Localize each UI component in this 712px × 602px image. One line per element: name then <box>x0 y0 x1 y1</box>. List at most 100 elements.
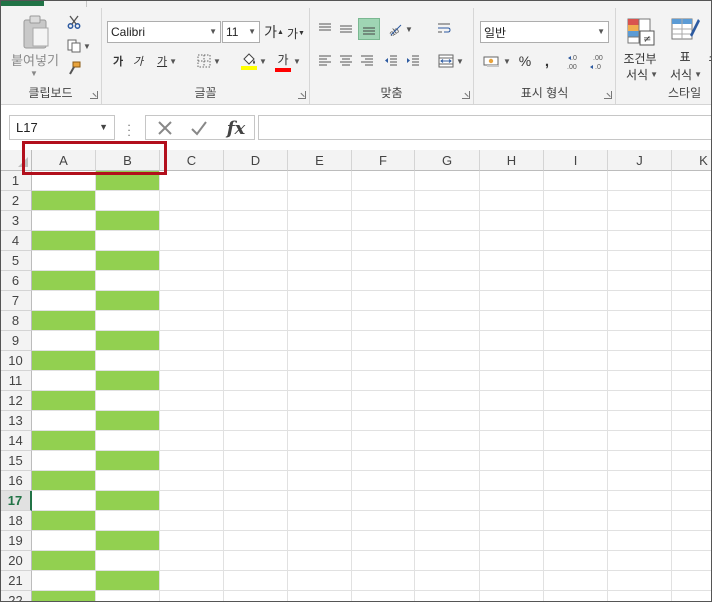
cell-c6[interactable] <box>160 271 224 291</box>
cell-a11[interactable] <box>32 371 96 391</box>
cell-i9[interactable] <box>544 331 608 351</box>
cell-k13[interactable] <box>672 411 712 431</box>
cell-f6[interactable] <box>352 271 415 291</box>
cell-k21[interactable] <box>672 571 712 591</box>
cell-c12[interactable] <box>160 391 224 411</box>
cell-j3[interactable] <box>608 211 672 231</box>
cell-a22[interactable] <box>32 591 96 602</box>
cell-g15[interactable] <box>415 451 480 471</box>
cell-j15[interactable] <box>608 451 672 471</box>
cell-f16[interactable] <box>352 471 415 491</box>
cell-k14[interactable] <box>672 431 712 451</box>
row-header-17[interactable]: 17 <box>0 491 32 511</box>
cell-f22[interactable] <box>352 591 415 602</box>
cell-i5[interactable] <box>544 251 608 271</box>
cell-a1[interactable] <box>32 171 96 191</box>
accounting-format-button[interactable]: ▼ <box>480 52 514 70</box>
cell-f10[interactable] <box>352 351 415 371</box>
cell-g17[interactable] <box>415 491 480 511</box>
row-header-13[interactable]: 13 <box>0 411 32 431</box>
cell-b16[interactable] <box>96 471 160 491</box>
cell-d22[interactable] <box>224 591 288 602</box>
format-as-table-label-2[interactable]: 서식 ▼ <box>664 66 708 82</box>
increase-decimal-icon[interactable]: .0.00 <box>566 52 586 72</box>
cell-c20[interactable] <box>160 551 224 571</box>
cell-i20[interactable] <box>544 551 608 571</box>
cell-h13[interactable] <box>480 411 544 431</box>
column-header-k[interactable]: K <box>672 150 712 171</box>
column-header-i[interactable]: I <box>544 150 608 171</box>
cell-j7[interactable] <box>608 291 672 311</box>
cell-c7[interactable] <box>160 291 224 311</box>
cell-i19[interactable] <box>544 531 608 551</box>
cell-i10[interactable] <box>544 351 608 371</box>
cell-b20[interactable] <box>96 551 160 571</box>
cell-b18[interactable] <box>96 511 160 531</box>
cell-k5[interactable] <box>672 251 712 271</box>
row-header-6[interactable]: 6 <box>0 271 32 291</box>
cell-g6[interactable] <box>415 271 480 291</box>
cell-d15[interactable] <box>224 451 288 471</box>
cell-j10[interactable] <box>608 351 672 371</box>
cell-f17[interactable] <box>352 491 415 511</box>
cell-c15[interactable] <box>160 451 224 471</box>
cell-h8[interactable] <box>480 311 544 331</box>
cell-i16[interactable] <box>544 471 608 491</box>
cell-k18[interactable] <box>672 511 712 531</box>
cell-d17[interactable] <box>224 491 288 511</box>
cell-k20[interactable] <box>672 551 712 571</box>
bold-button[interactable]: 가 <box>110 52 126 70</box>
cell-g14[interactable] <box>415 431 480 451</box>
cell-e8[interactable] <box>288 311 352 331</box>
cell-e22[interactable] <box>288 591 352 602</box>
cell-c13[interactable] <box>160 411 224 431</box>
cell-e14[interactable] <box>288 431 352 451</box>
column-header-d[interactable]: D <box>224 150 288 171</box>
cell-b7[interactable] <box>96 291 160 311</box>
cell-styles-label[interactable]: 스 <box>708 48 712 64</box>
cell-b8[interactable] <box>96 311 160 331</box>
cancel-icon[interactable] <box>152 117 178 139</box>
cell-d9[interactable] <box>224 331 288 351</box>
cell-b22[interactable] <box>96 591 160 602</box>
cell-d1[interactable] <box>224 171 288 191</box>
cell-h6[interactable] <box>480 271 544 291</box>
tab-file[interactable] <box>0 0 44 6</box>
cell-b19[interactable] <box>96 531 160 551</box>
cell-b15[interactable] <box>96 451 160 471</box>
cell-c14[interactable] <box>160 431 224 451</box>
more-options-icon[interactable]: ... <box>126 116 132 138</box>
column-header-g[interactable]: G <box>415 150 480 171</box>
cell-h1[interactable] <box>480 171 544 191</box>
cell-g9[interactable] <box>415 331 480 351</box>
cell-f18[interactable] <box>352 511 415 531</box>
cell-k2[interactable] <box>672 191 712 211</box>
wrap-text-icon[interactable] <box>435 20 453 38</box>
row-header-2[interactable]: 2 <box>0 191 32 211</box>
cell-k9[interactable] <box>672 331 712 351</box>
formula-input[interactable] <box>258 115 712 140</box>
row-header-4[interactable]: 4 <box>0 231 32 251</box>
cell-j13[interactable] <box>608 411 672 431</box>
cell-j6[interactable] <box>608 271 672 291</box>
clipboard-launcher-icon[interactable] <box>90 91 98 99</box>
cell-i12[interactable] <box>544 391 608 411</box>
cell-f1[interactable] <box>352 171 415 191</box>
cell-i18[interactable] <box>544 511 608 531</box>
row-header-9[interactable]: 9 <box>0 331 32 351</box>
cell-e18[interactable] <box>288 511 352 531</box>
cell-j9[interactable] <box>608 331 672 351</box>
align-center-icon[interactable] <box>337 52 355 70</box>
cell-k22[interactable] <box>672 591 712 602</box>
cell-e16[interactable] <box>288 471 352 491</box>
conditional-format-label[interactable]: 조건부 <box>620 50 660 66</box>
cell-f15[interactable] <box>352 451 415 471</box>
cell-a3[interactable] <box>32 211 96 231</box>
cell-j1[interactable] <box>608 171 672 191</box>
cell-k1[interactable] <box>672 171 712 191</box>
column-header-j[interactable]: J <box>608 150 672 171</box>
cell-d8[interactable] <box>224 311 288 331</box>
cell-j18[interactable] <box>608 511 672 531</box>
cell-g1[interactable] <box>415 171 480 191</box>
cell-g4[interactable] <box>415 231 480 251</box>
